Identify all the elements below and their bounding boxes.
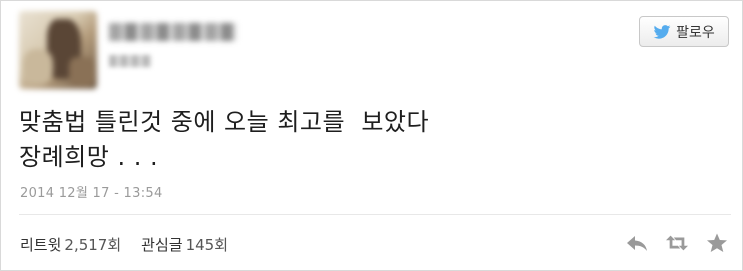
twitter-bird-icon (653, 24, 671, 39)
follow-button[interactable]: 팔로우 (639, 16, 729, 47)
tweet-card: 팔로우 맞춤법 틀린것 중에 오늘 최고를 보았다 장례희망 . . . 201… (0, 0, 743, 271)
retweet-stat-label: 리트윗 (20, 236, 62, 254)
favorite-stat-label: 관심글 (141, 236, 183, 254)
tweet-timestamp[interactable]: 2014 12월 17 - 13:54 (20, 182, 163, 201)
tweet-stats: 리트윗 2,517회 관심글 145회 (20, 234, 228, 255)
favorite-icon[interactable] (706, 233, 728, 253)
follow-button-label: 팔로우 (676, 24, 715, 41)
tweet-actions (626, 233, 728, 253)
reply-icon[interactable] (626, 233, 648, 253)
tweet-line-1: 맞춤법 틀린것 중에 오늘 최고를 보았다 (19, 108, 430, 136)
avatar[interactable] (19, 11, 97, 89)
favorite-count: 145회 (185, 236, 228, 254)
retweet-stat[interactable]: 리트윗 2,517회 (20, 234, 121, 255)
user-name-blurred[interactable] (109, 23, 237, 41)
retweet-count: 2,517회 (64, 236, 122, 254)
tweet-line-2: 장례희망 . . . (19, 143, 159, 171)
retweet-icon[interactable] (666, 233, 688, 253)
tweet-text: 맞춤법 틀린것 중에 오늘 최고를 보았다 장례희망 . . . (19, 105, 719, 175)
favorite-stat[interactable]: 관심글 145회 (141, 234, 228, 255)
user-handle-blurred[interactable] (109, 55, 151, 67)
divider (19, 214, 731, 215)
